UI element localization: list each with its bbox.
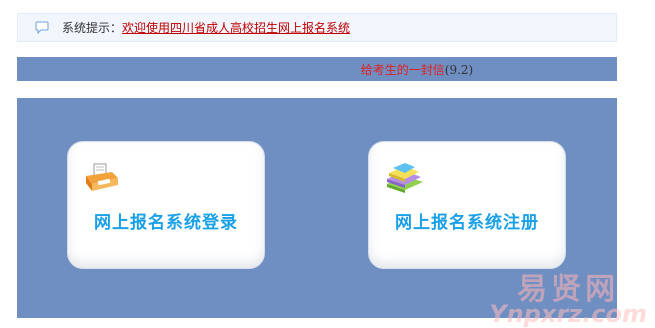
login-card[interactable]: 网上报名系统登录	[67, 141, 265, 269]
notice-prefix: 系统提示：	[62, 21, 123, 35]
printer-icon	[82, 162, 120, 198]
notice-link[interactable]: 欢迎使用四川省成人高校招生网上报名系统	[122, 19, 350, 36]
letter-version: (9.2)	[444, 62, 474, 77]
chat-bubble-icon	[28, 21, 56, 34]
register-card[interactable]: 网上报名系统注册	[368, 141, 566, 269]
register-label: 网上报名系统注册	[395, 213, 539, 233]
letter-bar: 给考生的一封信(9.2)	[17, 57, 617, 81]
books-icon	[383, 162, 425, 198]
main-panel: 网上报名系统登录 网上报名系统注册	[17, 98, 617, 318]
system-notice-bar: 系统提示： 欢迎使用四川省成人高校招生网上报名系统	[17, 13, 617, 42]
letter-link[interactable]: 给考生的一封信	[361, 63, 445, 77]
login-label: 网上报名系统登录	[94, 213, 238, 233]
